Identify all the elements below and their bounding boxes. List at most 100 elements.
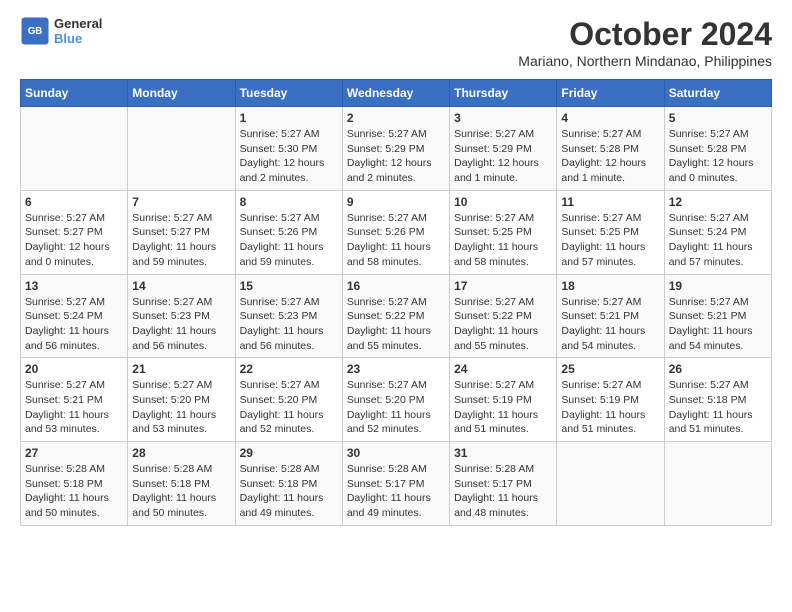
calendar-cell: 16 Sunrise: 5:27 AMSunset: 5:22 PMDayligh… xyxy=(342,274,449,358)
logo-text: General xyxy=(54,16,102,31)
calendar-cell: 10 Sunrise: 5:27 AMSunset: 5:25 PMDayligh… xyxy=(450,190,557,274)
day-number: 12 xyxy=(669,195,767,209)
cell-content: Sunrise: 5:27 AMSunset: 5:19 PMDaylight:… xyxy=(561,378,659,437)
cell-content: Sunrise: 5:28 AMSunset: 5:17 PMDaylight:… xyxy=(347,462,445,521)
day-number: 31 xyxy=(454,446,552,460)
weekday-header: Monday xyxy=(128,80,235,107)
day-number: 11 xyxy=(561,195,659,209)
day-number: 29 xyxy=(240,446,338,460)
calendar-cell: 28Sunrise: 5:28 AMSunset: 5:18 PMDayligh… xyxy=(128,442,235,526)
cell-content: Sunrise: 5:27 AMSunset: 5:29 PMDaylight:… xyxy=(347,127,445,186)
cell-content: Sunrise: 5:27 AMSunset: 5:26 PMDaylight:… xyxy=(240,211,338,270)
day-number: 30 xyxy=(347,446,445,460)
day-number: 18 xyxy=(561,279,659,293)
calendar-week-row: 6 Sunrise: 5:27 AMSunset: 5:27 PMDaylight… xyxy=(21,190,772,274)
calendar-cell: 5Sunrise: 5:27 AMSunset: 5:28 PMDaylight… xyxy=(664,107,771,191)
calendar-cell xyxy=(557,442,664,526)
cell-content: Sunrise: 5:27 AMSunset: 5:24 PMDaylight:… xyxy=(669,211,767,270)
day-number: 25 xyxy=(561,362,659,376)
day-number: 27 xyxy=(25,446,123,460)
cell-content: Sunrise: 5:27 AMSunset: 5:18 PMDaylight:… xyxy=(669,378,767,437)
calendar-cell: 31 Sunrise: 5:28 AMSunset: 5:17 PMDayligh… xyxy=(450,442,557,526)
calendar-week-row: 1 Sunrise: 5:27 AMSunset: 5:30 PMDaylight… xyxy=(21,107,772,191)
day-number: 7 xyxy=(132,195,230,209)
cell-content: Sunrise: 5:27 AMSunset: 5:20 PMDaylight:… xyxy=(132,378,230,437)
calendar-cell: 29 Sunrise: 5:28 AMSunset: 5:18 PMDayligh… xyxy=(235,442,342,526)
header: GB General Blue October 2024 Mariano, No… xyxy=(20,16,772,69)
logo-text-blue: Blue xyxy=(54,31,102,46)
calendar-cell: 14Sunrise: 5:27 AMSunset: 5:23 PMDayligh… xyxy=(128,274,235,358)
cell-content: Sunrise: 5:27 AMSunset: 5:20 PMDaylight:… xyxy=(347,378,445,437)
day-number: 5 xyxy=(669,111,767,125)
calendar-week-row: 13 Sunrise: 5:27 AMSunset: 5:24 PMDayligh… xyxy=(21,274,772,358)
calendar-cell: 22 Sunrise: 5:27 AMSunset: 5:20 PMDayligh… xyxy=(235,358,342,442)
day-number: 4 xyxy=(561,111,659,125)
cell-content: Sunrise: 5:27 AMSunset: 5:22 PMDaylight:… xyxy=(347,295,445,354)
weekday-header: Sunday xyxy=(21,80,128,107)
weekday-header: Saturday xyxy=(664,80,771,107)
day-number: 9 xyxy=(347,195,445,209)
day-number: 26 xyxy=(669,362,767,376)
calendar-cell: 15 Sunrise: 5:27 AMSunset: 5:23 PMDayligh… xyxy=(235,274,342,358)
weekday-header-row: SundayMondayTuesdayWednesdayThursdayFrid… xyxy=(21,80,772,107)
day-number: 16 xyxy=(347,279,445,293)
weekday-header: Wednesday xyxy=(342,80,449,107)
cell-content: Sunrise: 5:27 AMSunset: 5:27 PMDaylight:… xyxy=(25,211,123,270)
calendar-cell: 11 Sunrise: 5:27 AMSunset: 5:25 PMDayligh… xyxy=(557,190,664,274)
calendar-cell: 4Sunrise: 5:27 AMSunset: 5:28 PMDaylight… xyxy=(557,107,664,191)
calendar-cell: 24 Sunrise: 5:27 AMSunset: 5:19 PMDayligh… xyxy=(450,358,557,442)
day-number: 19 xyxy=(669,279,767,293)
subtitle: Mariano, Northern Mindanao, Philippines xyxy=(518,53,772,69)
cell-content: Sunrise: 5:27 AMSunset: 5:21 PMDaylight:… xyxy=(561,295,659,354)
cell-content: Sunrise: 5:27 AMSunset: 5:26 PMDaylight:… xyxy=(347,211,445,270)
calendar-cell: 7 Sunrise: 5:27 AMSunset: 5:27 PMDaylight… xyxy=(128,190,235,274)
cell-content: Sunrise: 5:27 AMSunset: 5:24 PMDaylight:… xyxy=(25,295,123,354)
cell-content: Sunrise: 5:27 AMSunset: 5:23 PMDaylight:… xyxy=(240,295,338,354)
calendar-cell: 1 Sunrise: 5:27 AMSunset: 5:30 PMDaylight… xyxy=(235,107,342,191)
calendar-week-row: 20 Sunrise: 5:27 AMSunset: 5:21 PMDayligh… xyxy=(21,358,772,442)
calendar-cell: 12 Sunrise: 5:27 AMSunset: 5:24 PMDayligh… xyxy=(664,190,771,274)
calendar-cell: 13 Sunrise: 5:27 AMSunset: 5:24 PMDayligh… xyxy=(21,274,128,358)
day-number: 3 xyxy=(454,111,552,125)
cell-content: Sunrise: 5:27 AMSunset: 5:19 PMDaylight:… xyxy=(454,378,552,437)
calendar-cell: 23Sunrise: 5:27 AMSunset: 5:20 PMDayligh… xyxy=(342,358,449,442)
cell-content: Sunrise: 5:27 AMSunset: 5:30 PMDaylight:… xyxy=(240,127,338,186)
calendar-cell: 26 Sunrise: 5:27 AMSunset: 5:18 PMDayligh… xyxy=(664,358,771,442)
day-number: 15 xyxy=(240,279,338,293)
calendar-body: 1 Sunrise: 5:27 AMSunset: 5:30 PMDaylight… xyxy=(21,107,772,526)
weekday-header: Friday xyxy=(557,80,664,107)
day-number: 22 xyxy=(240,362,338,376)
weekday-header: Tuesday xyxy=(235,80,342,107)
day-number: 10 xyxy=(454,195,552,209)
logo: GB General Blue xyxy=(20,16,102,46)
cell-content: Sunrise: 5:28 AMSunset: 5:18 PMDaylight:… xyxy=(25,462,123,521)
title-area: October 2024 Mariano, Northern Mindanao,… xyxy=(518,16,772,69)
cell-content: Sunrise: 5:27 AMSunset: 5:27 PMDaylight:… xyxy=(132,211,230,270)
day-number: 13 xyxy=(25,279,123,293)
calendar-cell xyxy=(128,107,235,191)
day-number: 20 xyxy=(25,362,123,376)
calendar-week-row: 27 Sunrise: 5:28 AMSunset: 5:18 PMDayligh… xyxy=(21,442,772,526)
cell-content: Sunrise: 5:28 AMSunset: 5:18 PMDaylight:… xyxy=(240,462,338,521)
cell-content: Sunrise: 5:28 AMSunset: 5:17 PMDaylight:… xyxy=(454,462,552,521)
day-number: 1 xyxy=(240,111,338,125)
day-number: 2 xyxy=(347,111,445,125)
day-number: 14 xyxy=(132,279,230,293)
weekday-header: Thursday xyxy=(450,80,557,107)
day-number: 21 xyxy=(132,362,230,376)
cell-content: Sunrise: 5:27 AMSunset: 5:25 PMDaylight:… xyxy=(561,211,659,270)
cell-content: Sunrise: 5:27 AMSunset: 5:20 PMDaylight:… xyxy=(240,378,338,437)
calendar-cell: 8Sunrise: 5:27 AMSunset: 5:26 PMDaylight… xyxy=(235,190,342,274)
calendar-cell: 20 Sunrise: 5:27 AMSunset: 5:21 PMDayligh… xyxy=(21,358,128,442)
cell-content: Sunrise: 5:27 AMSunset: 5:25 PMDaylight:… xyxy=(454,211,552,270)
main-title: October 2024 xyxy=(518,16,772,53)
calendar-cell: 9 Sunrise: 5:27 AMSunset: 5:26 PMDaylight… xyxy=(342,190,449,274)
calendar-cell: 27 Sunrise: 5:28 AMSunset: 5:18 PMDayligh… xyxy=(21,442,128,526)
cell-content: Sunrise: 5:27 AMSunset: 5:21 PMDaylight:… xyxy=(25,378,123,437)
cell-content: Sunrise: 5:28 AMSunset: 5:18 PMDaylight:… xyxy=(132,462,230,521)
day-number: 6 xyxy=(25,195,123,209)
calendar-cell: 25 Sunrise: 5:27 AMSunset: 5:19 PMDayligh… xyxy=(557,358,664,442)
calendar-cell: 19Sunrise: 5:27 AMSunset: 5:21 PMDayligh… xyxy=(664,274,771,358)
calendar-header: SundayMondayTuesdayWednesdayThursdayFrid… xyxy=(21,80,772,107)
day-number: 24 xyxy=(454,362,552,376)
